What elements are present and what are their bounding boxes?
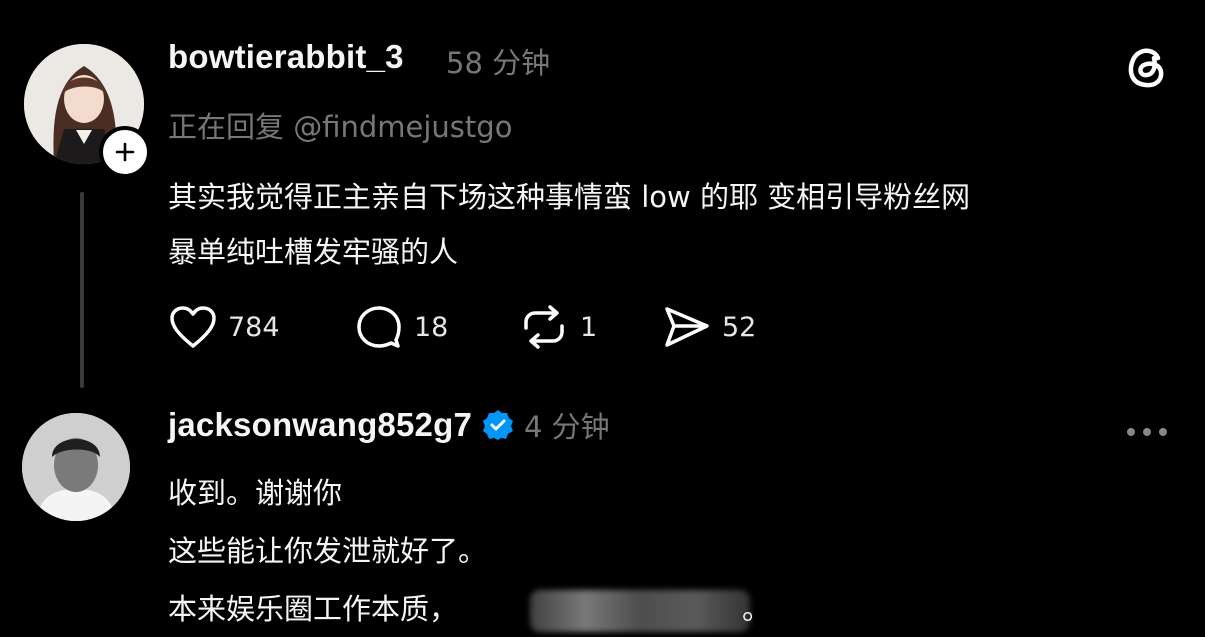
reply-username[interactable]: jacksonwang852g7 (168, 406, 472, 444)
post-username[interactable]: bowtierabbit_3 (168, 38, 404, 76)
like-button[interactable]: 784 (168, 304, 280, 350)
more-dots-icon (1127, 428, 1167, 436)
verified-badge-icon (483, 410, 514, 440)
blurred-text-region (530, 590, 750, 632)
thread-connector-line (80, 192, 84, 388)
reply-text-line-3-end: 。 (742, 592, 772, 626)
reply-text-line-3: 本来娱乐圈工作本质， (168, 592, 459, 626)
reply-text-line-2: 这些能让你发泄就好了。 (168, 534, 488, 568)
like-count: 784 (228, 311, 280, 343)
follow-plus-button[interactable] (99, 126, 151, 178)
post-time: 58 分钟 (446, 46, 551, 80)
plus-icon (115, 142, 135, 162)
reply-time: 4 分钟 (524, 410, 610, 444)
share-count: 52 (722, 311, 757, 343)
post-text-line-2: 暴单纯吐槽发牢骚的人 (168, 235, 459, 269)
post-text-line-1: 其实我觉得正主亲自下场这种事情蛮 low 的耶 变相引导粉丝网 (168, 180, 971, 214)
comment-count: 18 (414, 311, 449, 343)
comment-button[interactable]: 18 (354, 304, 448, 350)
share-button[interactable]: 52 (662, 304, 756, 350)
avatar-jacksonwang[interactable] (22, 413, 130, 521)
reply-to-label[interactable]: 正在回复 @findmejustgo (168, 104, 512, 146)
more-options-button[interactable] (1124, 424, 1170, 438)
speech-bubble-icon (357, 306, 401, 348)
portrait-photo-icon (22, 413, 130, 521)
threads-logo-icon[interactable] (1120, 40, 1172, 92)
repost-button[interactable]: 1 (518, 304, 597, 350)
send-icon (665, 307, 709, 347)
reply-header: jacksonwang852g7 4 分钟 (168, 404, 610, 446)
repost-icon (524, 305, 564, 349)
heart-icon (170, 306, 216, 348)
reply-text-line-1: 收到。谢谢你 (168, 476, 343, 510)
repost-count: 1 (580, 311, 598, 343)
